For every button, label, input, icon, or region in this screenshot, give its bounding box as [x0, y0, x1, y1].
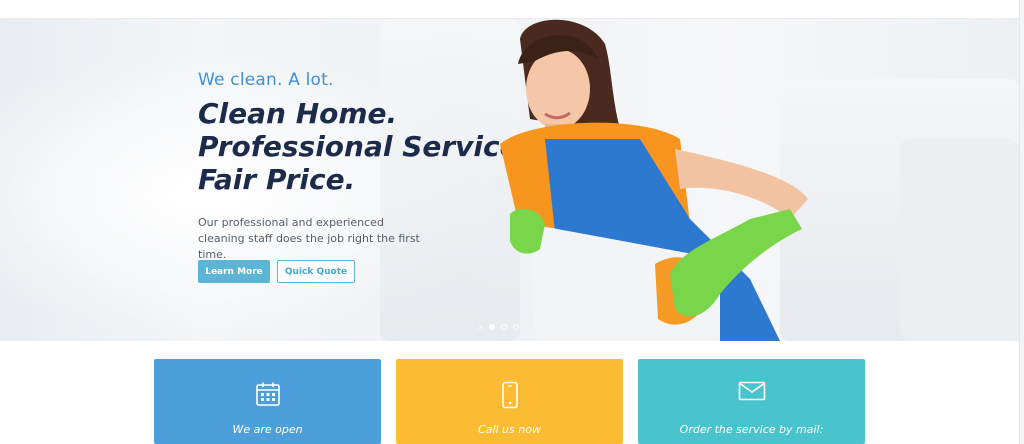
hero-headline: Clean Home. Professional Service. Fair P…: [198, 97, 530, 196]
headline-line-1: Clean Home.: [198, 97, 398, 130]
slider-pagination: ›: [478, 321, 519, 333]
cleaning-woman-image: [500, 19, 808, 341]
hero-tagline: We clean. A lot.: [198, 70, 334, 90]
card-label: We are open: [232, 423, 303, 436]
quick-quote-button[interactable]: Quick Quote: [277, 260, 355, 283]
scrollbar-track[interactable]: [1019, 0, 1024, 444]
slider-dot-3[interactable]: [512, 324, 519, 330]
slider-dot-2[interactable]: [500, 324, 507, 330]
card-label: Call us now: [478, 423, 541, 436]
chevron-right-icon[interactable]: ›: [478, 321, 483, 333]
hero-description: Our professional and experienced cleanin…: [198, 216, 420, 261]
calendar-icon: [255, 382, 280, 406]
info-card-call[interactable]: Call us now: [396, 359, 623, 444]
headline-line-3: Fair Price.: [198, 163, 356, 196]
slider-dot-1[interactable]: [488, 324, 495, 330]
learn-more-button[interactable]: Learn More: [198, 260, 270, 283]
phone-icon: [501, 381, 518, 409]
envelope-icon: [738, 381, 765, 401]
headline-line-2: Professional Service.: [198, 130, 530, 163]
top-bar: [0, 0, 1024, 19]
hero-slider: We clean. A lot. Clean Home. Professiona…: [0, 19, 1019, 341]
info-card-mail[interactable]: Order the service by mail:: [638, 359, 865, 444]
hero-background-shelf: [900, 139, 1019, 341]
card-label: Order the service by mail:: [679, 423, 824, 436]
info-card-open-hours[interactable]: We are open: [154, 359, 381, 444]
